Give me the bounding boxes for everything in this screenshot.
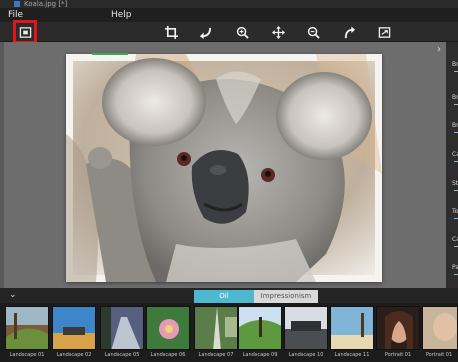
preset-label: Portrait 01	[425, 352, 453, 358]
side-slider-6[interactable]	[454, 218, 458, 219]
preset-label: Landscape 02	[56, 352, 92, 358]
window-title-bar: Koala.jpg [*]	[0, 0, 458, 8]
chevron-right-icon: ›	[437, 43, 441, 55]
tab-impressionism[interactable]: Impressionism	[254, 290, 318, 303]
redo-icon	[344, 25, 355, 38]
preset-label: Portrait 01	[384, 352, 412, 358]
side-slider-3[interactable]	[454, 132, 458, 133]
preset-label: Landscape 05	[104, 352, 140, 358]
adjustments-panel	[446, 42, 458, 288]
preset-label: Landscape 06	[150, 352, 186, 358]
redo-button[interactable]	[341, 24, 357, 40]
app-window: Koala.jpg [*] File Help › Br Br Br C St …	[0, 0, 458, 362]
zoom-in-icon	[236, 26, 249, 39]
zoom-out-button[interactable]	[305, 24, 321, 40]
preset-thumb-portrait-01[interactable]	[376, 306, 420, 350]
selection-guide-line	[92, 53, 128, 55]
fit-to-window-icon	[19, 26, 31, 38]
preset-thumb-landscape-06[interactable]	[146, 306, 190, 350]
side-slider-1[interactable]	[454, 71, 458, 72]
side-label-6: To	[452, 208, 458, 215]
zoom-out-icon	[307, 26, 320, 39]
undo-button[interactable]	[197, 24, 213, 40]
side-label-5: St	[452, 180, 458, 187]
chevron-down-icon[interactable]: ⌄	[9, 290, 17, 300]
side-slider-2[interactable]	[454, 104, 458, 105]
fit-to-window-button[interactable]	[13, 20, 37, 44]
fit-view-button[interactable]	[376, 24, 392, 40]
side-label-3: Br	[452, 122, 458, 129]
side-label-7: Ca	[452, 236, 458, 243]
preset-thumb-landscape-07[interactable]	[194, 306, 238, 350]
move-button[interactable]	[270, 24, 286, 40]
preset-thumb-landscape-10[interactable]	[284, 306, 328, 350]
side-slider-4[interactable]	[454, 161, 458, 162]
side-slider-7[interactable]	[454, 246, 458, 247]
preset-thumb-landscape-02[interactable]	[52, 306, 96, 350]
preset-label: Landscape 11	[334, 352, 370, 358]
side-slider-5[interactable]	[454, 190, 458, 191]
preset-label: Landscape 07	[198, 352, 234, 358]
panel-expand-button[interactable]: ›	[432, 42, 446, 56]
preset-thumb-portrait-01b[interactable]	[422, 306, 458, 350]
menu-file[interactable]: File	[8, 9, 23, 21]
window-title: Koala.jpg [*]	[24, 0, 68, 8]
menu-bar: File Help	[0, 8, 458, 22]
side-label-4: Ca	[452, 151, 458, 158]
side-label-1: Br	[452, 61, 458, 68]
toolbar	[0, 20, 458, 44]
preset-label: Landscape 01	[9, 352, 45, 358]
fit-view-icon	[378, 26, 390, 38]
left-gutter	[0, 42, 4, 288]
undo-icon	[199, 27, 211, 39]
preset-thumb-landscape-01[interactable]	[5, 306, 49, 350]
zoom-in-button[interactable]	[234, 24, 250, 40]
preset-thumb-landscape-11[interactable]	[330, 306, 374, 350]
side-label-2: Br	[452, 94, 458, 101]
crop-button[interactable]	[163, 24, 179, 40]
tab-oil[interactable]: Oil	[194, 290, 254, 303]
move-icon	[271, 25, 285, 39]
preset-thumb-landscape-05[interactable]	[100, 306, 144, 350]
side-label-8: Pa	[452, 264, 458, 271]
preset-label: Landscape 09	[242, 352, 278, 358]
preset-label: Landscape 10	[288, 352, 324, 358]
koala-painting-image[interactable]	[66, 54, 382, 282]
app-icon	[14, 1, 20, 7]
preset-thumb-landscape-09[interactable]	[238, 306, 282, 350]
side-slider-8[interactable]	[454, 274, 458, 275]
crop-icon	[164, 25, 178, 39]
menu-help[interactable]: Help	[111, 9, 132, 21]
